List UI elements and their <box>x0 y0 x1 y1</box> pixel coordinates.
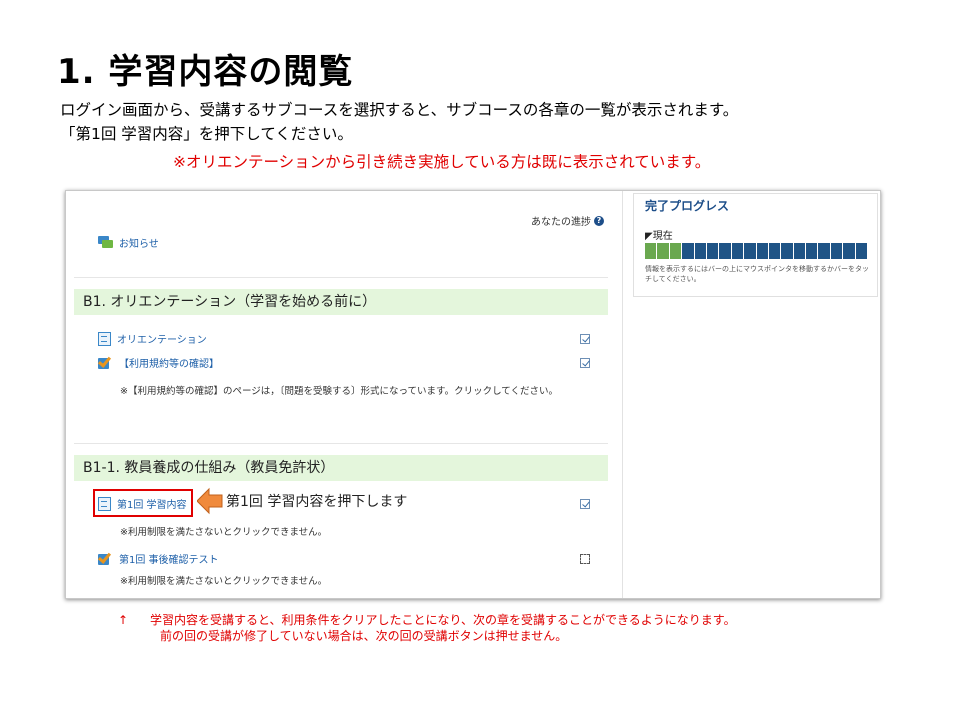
quiz-icon <box>97 354 113 370</box>
callout-text: 第1回 学習内容を押下します <box>226 494 408 510</box>
progress-segment-incomplete[interactable] <box>806 243 818 259</box>
progress-label: あなたの進捗 ? <box>531 213 604 228</box>
progress-segment-incomplete[interactable] <box>793 243 806 259</box>
slide-title: 1. 学習内容の閲覧 <box>57 52 354 92</box>
activity-terms-link[interactable]: 【利用規約等の確認】 <box>119 355 219 370</box>
footnote-text-1: 学習内容を受講すると、利用条件をクリアしたことになり、次の章を受講することができ… <box>150 613 736 627</box>
progress-segment-incomplete[interactable] <box>756 243 768 259</box>
progress-segment-incomplete[interactable] <box>768 243 781 259</box>
progress-segment-complete[interactable] <box>657 243 669 259</box>
progress-segment-complete[interactable] <box>669 243 682 259</box>
terms-note: ※【利用規約等の確認】のページは，〔問題を受験する〕形式になっています。クリック… <box>120 386 559 397</box>
completion-progress-help: 情報を表示するにはバーの上にマウスポインタを移動するかバーをタッチしてください。 <box>645 265 869 283</box>
divider <box>74 277 608 278</box>
completion-checkbox-terms[interactable] <box>580 358 590 368</box>
restriction-note-lesson1: ※利用制限を満たさないとクリックできません。 <box>120 527 328 538</box>
progress-segment-incomplete[interactable] <box>744 243 756 259</box>
completion-progress-title: 完了プログレス <box>645 199 730 213</box>
section-heading-orientation: B1. オリエンテーション（学習を始める前に） <box>74 289 608 315</box>
progress-segment-incomplete[interactable] <box>719 243 731 259</box>
progress-segment-incomplete[interactable] <box>818 243 830 259</box>
help-icon[interactable]: ? <box>594 215 604 226</box>
footnote: ↑ 学習内容を受講すると、利用条件をクリアしたことになり、次の章を受講することがで… <box>118 612 736 644</box>
section-heading-teacher-training: B1-1. 教員養成の仕組み（教員免許状） <box>74 455 608 481</box>
arrow-left-icon <box>197 487 223 515</box>
completion-progress-block: 完了プログレス ◤現在 情報を表示するにはバーの上にマウスポインタを移動するかバ… <box>623 191 880 598</box>
news-forum-link[interactable]: お知らせ <box>119 235 159 250</box>
restriction-note-test: ※利用制限を満たさないとクリックできません。 <box>120 576 328 587</box>
up-arrow-icon: ↑ <box>118 613 129 627</box>
activity-orientation-link[interactable]: オリエンテーション <box>117 331 207 346</box>
activity-terms[interactable]: 【利用規約等の確認】 <box>97 354 219 370</box>
progress-segment-incomplete[interactable] <box>731 243 744 259</box>
progress-segment-incomplete[interactable] <box>843 243 855 259</box>
course-screenshot: あなたの進捗 ? お知らせ B1. オリエンテーション（学習を始める前に） オリ… <box>65 190 881 599</box>
progress-segment-incomplete[interactable] <box>694 243 706 259</box>
activity-lesson1-test[interactable]: 第1回 事後確認テスト <box>97 550 219 566</box>
news-forum-item[interactable]: お知らせ <box>98 235 159 250</box>
highlight-box <box>93 489 193 517</box>
footnote-line-1: ↑ 学習内容を受講すると、利用条件をクリアしたことになり、次の章を受講することがで… <box>118 612 736 628</box>
completion-checkbox-lesson1[interactable] <box>580 499 590 509</box>
footnote-line-2: 前の回の受講が修了していない場合は、次の回の受講ボタンは押せません。 <box>160 629 568 643</box>
notice-text: ※オリエンテーションから引き続き実施している方は既に表示されています。 <box>173 153 711 171</box>
now-marker: ◤現在 <box>645 231 673 242</box>
progress-segment-incomplete[interactable] <box>781 243 793 259</box>
intro-line-2: 「第1回 学習内容」を押下してください。 <box>60 125 353 143</box>
activity-orientation[interactable]: オリエンテーション <box>98 331 207 346</box>
quiz-icon <box>97 550 113 566</box>
progress-segment-complete[interactable] <box>645 243 657 259</box>
completion-checkbox-test[interactable] <box>580 554 590 564</box>
progress-segment-incomplete[interactable] <box>682 243 694 259</box>
progress-segment-incomplete[interactable] <box>855 243 868 259</box>
page-icon <box>98 331 111 346</box>
course-main-pane: あなたの進捗 ? お知らせ B1. オリエンテーション（学習を始める前に） オリ… <box>66 191 623 598</box>
forum-icon <box>98 236 113 249</box>
divider <box>74 443 608 444</box>
intro-text: ログイン画面から、受講するサブコースを選択すると、サブコースの各章の一覧が表示さ… <box>60 98 738 146</box>
completion-checkbox-orientation[interactable] <box>580 334 590 344</box>
progress-segment-incomplete[interactable] <box>830 243 843 259</box>
completion-progress-bar[interactable] <box>645 243 868 259</box>
progress-label-text: あなたの進捗 <box>531 217 591 228</box>
progress-segment-incomplete[interactable] <box>706 243 719 259</box>
intro-line-1: ログイン画面から、受講するサブコースを選択すると、サブコースの各章の一覧が表示さ… <box>60 101 739 119</box>
activity-lesson1-test-link[interactable]: 第1回 事後確認テスト <box>119 551 219 566</box>
